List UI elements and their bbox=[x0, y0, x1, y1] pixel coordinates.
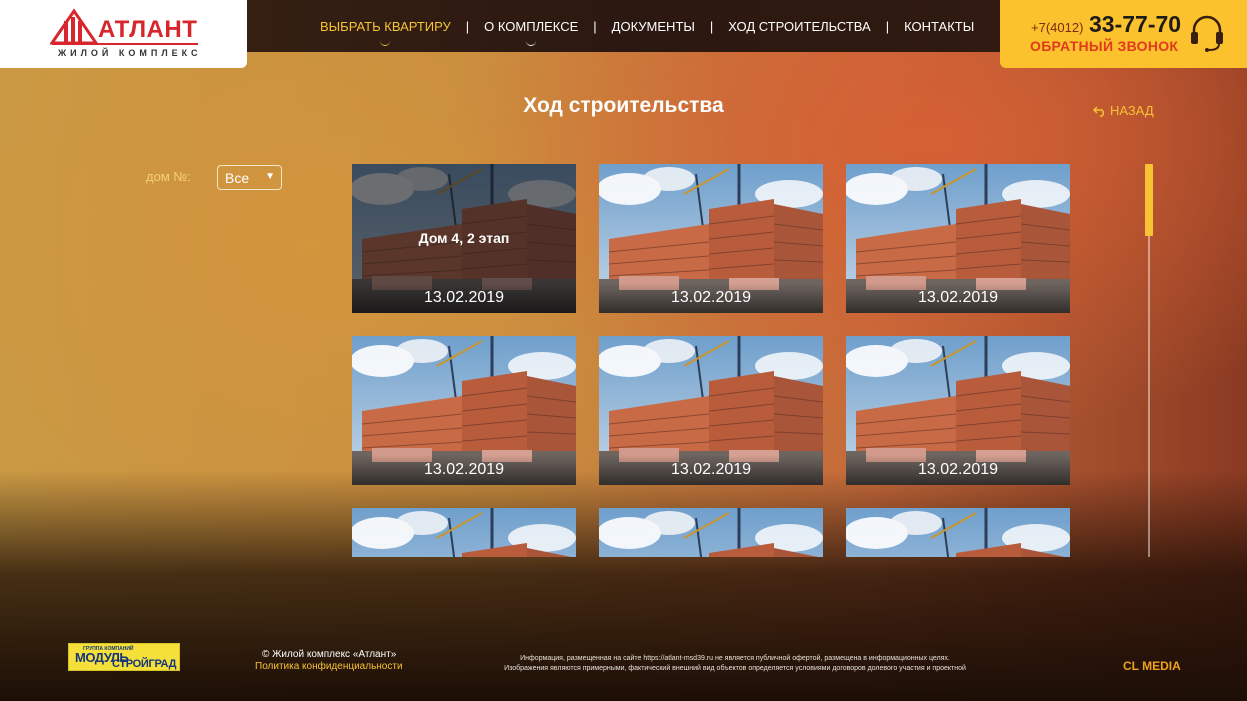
partner-logo[interactable]: ГРУППА КОМПАНИЙ МОДУЛЬ СТРОЙГРАД bbox=[68, 643, 180, 671]
progress-photo-card[interactable] bbox=[846, 508, 1070, 557]
house-select[interactable]: Все ▼ bbox=[217, 165, 282, 190]
house-filter-label: дом №: bbox=[146, 169, 191, 184]
copyright: © Жилой комплекс «Атлант» bbox=[262, 649, 397, 660]
card-date: 13.02.2019 bbox=[352, 283, 576, 313]
disclaimer-line-1: Информация, размещенная на сайте https:/… bbox=[520, 655, 950, 662]
house-select-value: Все bbox=[225, 170, 250, 186]
chevron-down-icon bbox=[380, 41, 391, 46]
logo-title: АТЛАНТ bbox=[98, 16, 198, 43]
progress-photo-card[interactable]: 13.02.2019 bbox=[599, 336, 823, 485]
card-date: 13.02.2019 bbox=[599, 283, 823, 313]
progress-photo-card[interactable]: Дом 4, 2 этап 13.02.2019 bbox=[352, 164, 576, 313]
back-link[interactable]: НАЗАД bbox=[1093, 103, 1154, 118]
callback-button[interactable]: ОБРАТНЫЙ ЗВОНОК bbox=[1030, 38, 1178, 54]
building-logo-icon bbox=[50, 8, 98, 45]
card-date: 13.02.2019 bbox=[846, 283, 1070, 313]
progress-photo-card[interactable]: 13.02.2019 bbox=[599, 164, 823, 313]
headset-icon bbox=[1191, 15, 1223, 52]
progress-photo-card[interactable] bbox=[352, 508, 576, 557]
card-date: 13.02.2019 bbox=[352, 455, 576, 485]
card-title: Дом 4, 2 этап bbox=[418, 230, 510, 246]
caret-down-icon: ▼ bbox=[265, 171, 275, 182]
construction-photo bbox=[352, 508, 576, 557]
construction-photo bbox=[846, 508, 1070, 557]
back-label: НАЗАД bbox=[1110, 103, 1154, 118]
logo-subtitle: ЖИЛОЙ КОМПЛЕКС bbox=[58, 48, 202, 58]
phone-callback-box[interactable]: +7(4012) 33-77-70 ОБРАТНЫЙ ЗВОНОК bbox=[1000, 0, 1247, 68]
phone-number[interactable]: 33-77-70 bbox=[1089, 11, 1181, 38]
logo[interactable]: АТЛАНТ ЖИЛОЙ КОМПЛЕКС bbox=[0, 0, 247, 68]
photo-grid: Дом 4, 2 этап 13.02.2019 13.02.2019 13.02.2… bbox=[352, 164, 1072, 557]
disclaimer: Информация, размещенная на сайте https:/… bbox=[470, 654, 1000, 674]
partner-logo-line2: СТРОЙГРАД bbox=[112, 658, 177, 670]
page-title: Ход строительства bbox=[523, 94, 724, 117]
chevron-down-icon bbox=[526, 41, 537, 46]
main-nav: ВЫБРАТЬ КВАРТИРУ | О КОМПЛЕКСЕ | ДОКУМЕН… bbox=[305, 17, 989, 46]
progress-photo-card[interactable]: 13.02.2019 bbox=[846, 336, 1070, 485]
nav-item-construction-progress[interactable]: ХОД СТРОИТЕЛЬСТВА bbox=[713, 19, 885, 34]
phone-code: +7(4012) bbox=[1031, 20, 1084, 35]
construction-photo bbox=[599, 508, 823, 557]
card-date: 13.02.2019 bbox=[846, 455, 1070, 485]
nav-item-choose-apartment[interactable]: ВЫБРАТЬ КВАРТИРУ bbox=[305, 18, 466, 46]
nav-label: ВЫБРАТЬ КВАРТИРУ bbox=[320, 18, 451, 34]
logo-underline bbox=[52, 43, 198, 45]
nav-item-about[interactable]: О КОМПЛЕКСЕ bbox=[469, 18, 593, 46]
scrollbar-thumb[interactable] bbox=[1145, 164, 1153, 236]
nav-item-contacts[interactable]: КОНТАКТЫ bbox=[889, 19, 989, 34]
disclaimer-line-2: Изображения являются примерными, фактиче… bbox=[504, 665, 966, 672]
progress-photo-card[interactable]: 13.02.2019 bbox=[846, 164, 1070, 313]
nav-label: О КОМПЛЕКСЕ bbox=[484, 18, 579, 34]
progress-photo-card[interactable] bbox=[599, 508, 823, 557]
back-arrow-icon bbox=[1093, 105, 1105, 117]
card-date: 13.02.2019 bbox=[599, 455, 823, 485]
privacy-policy-link[interactable]: Политика конфиденциальности bbox=[255, 661, 403, 672]
progress-photo-card[interactable]: 13.02.2019 bbox=[352, 336, 576, 485]
nav-item-documents[interactable]: ДОКУМЕНТЫ bbox=[597, 19, 710, 34]
developer-credit-link[interactable]: CL MEDIA bbox=[1123, 659, 1181, 673]
